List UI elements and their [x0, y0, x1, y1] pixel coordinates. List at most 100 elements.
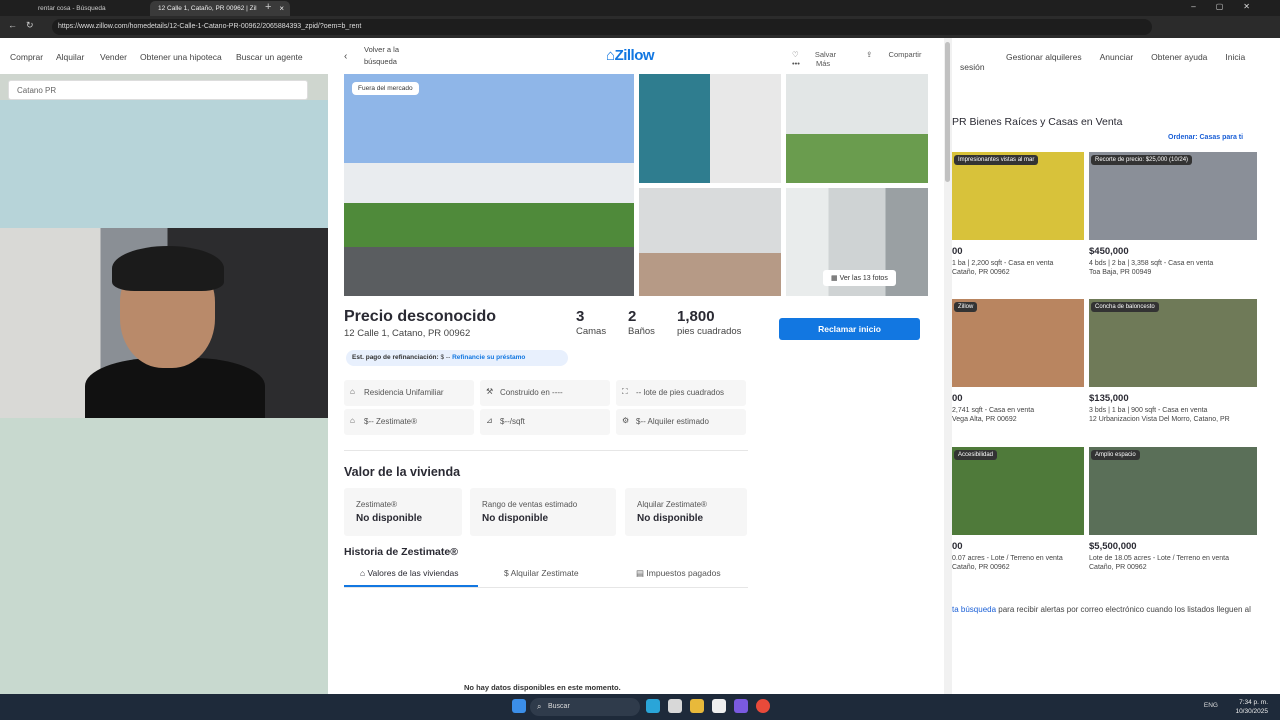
listing-address: 12 Urbanizacion Vista Del Morro, Catano,… [1089, 416, 1230, 423]
home-details-modal: ‹ Volver a la búsqueda ⌂Zillow ♡ Salvar … [328, 38, 952, 694]
nav-link[interactable]: Vender [100, 52, 127, 62]
sort-dropdown[interactable]: Ordenar: Casas para ti [1168, 134, 1243, 141]
listing-card[interactable]: Impresionantes vistas al mar 00 1 ba | 2… [952, 152, 1084, 276]
chevron-left-icon[interactable]: ‹ [344, 51, 347, 63]
back-label: Volver a la búsqueda [364, 45, 400, 66]
fact-year-built: ⚒ Construido en ---- [480, 380, 610, 406]
nav-link[interactable]: Buscar un agente [236, 52, 303, 62]
webcam-overlay [0, 228, 335, 418]
listing-badge: Recorte de precio: $25,000 (10/24) [1091, 155, 1193, 165]
tab-rent-zestimate[interactable]: $ Alquilar Zestimate [504, 568, 579, 578]
folder-icon[interactable] [690, 699, 704, 713]
listing-card[interactable]: Amplio espacio $5,500,000 Lote de 18.05 … [1089, 447, 1257, 571]
fact-rent-estimate: ⚙ $-- Alquiler estimado [616, 409, 746, 435]
listing-address: Vega Alta, PR 00692 [952, 416, 1017, 423]
search-icon: ⌕ [537, 702, 542, 711]
window-controls[interactable]: –▢✕ [1191, 2, 1270, 11]
reload-icon[interactable]: ↻ [26, 20, 34, 31]
listing-details: 2,741 sqft - Casa en venta [952, 407, 1035, 414]
listing-address: Toa Baja, PR 00949 [1089, 269, 1152, 276]
listing-badge: Amplio espacio [1091, 450, 1140, 460]
fact-zestimate: ⌂ $-- Zestimate® [344, 409, 474, 435]
beds-stat: 3 Camas [576, 308, 607, 337]
location-search-input[interactable]: Catano PR [8, 80, 308, 100]
listing-card[interactable]: Accesibilidad 00 0.07 acres - Lote / Ter… [952, 447, 1084, 571]
app-icon[interactable] [712, 699, 726, 713]
address: 12 Calle 1, Catano, PR 00962 [344, 328, 471, 339]
listing-price: $450,000 [1089, 246, 1129, 257]
home-value-heading: Valor de la vivienda [344, 465, 461, 479]
listing-price: 00 [952, 246, 963, 257]
photo-thumb[interactable] [639, 188, 781, 296]
refinance-link[interactable]: Refinancie su préstamo [452, 354, 525, 361]
dollar-icon: $ [504, 568, 511, 578]
language-indicator[interactable]: ENG [1204, 702, 1218, 709]
fact-price-per-sqft: ⊿ $--/sqft [480, 409, 610, 435]
new-tab-icon[interactable]: + [265, 1, 271, 13]
see-all-photos-button[interactable]: ▦ Ver las 13 fotos [823, 270, 896, 286]
browser-tab[interactable]: rentar cosa - Búsqueda× [30, 1, 170, 16]
tab-taxes-paid[interactable]: ▤ Impuestos pagados [636, 568, 721, 579]
modal-scrollbar[interactable] [944, 38, 952, 694]
photo-thumb[interactable] [639, 74, 781, 183]
tab-home-values[interactable]: ⌂ Valores de las viviendas [360, 568, 459, 578]
tab-title: rentar cosa - Búsqueda [38, 5, 106, 12]
listing-price: $5,500,000 [1089, 541, 1137, 552]
listing-details: 1 ba | 2,200 sqft - Casa en venta [952, 260, 1054, 267]
listing-card[interactable]: Recorte de precio: $25,000 (10/24) $450,… [1089, 152, 1257, 276]
url-input[interactable]: https://www.zillow.com/homedetails/12-Ca… [52, 19, 1152, 35]
listing-card[interactable]: Zillow 00 2,741 sqft - Casa en venta Veg… [952, 299, 1084, 423]
save-search-alert: ta búsqueda para recibir alertas por cor… [952, 605, 1251, 614]
home-icon: ⌂ [350, 387, 355, 396]
hammer-icon: ⚒ [486, 387, 494, 396]
zillow-logo[interactable]: ⌂Zillow [606, 47, 655, 64]
app-icon[interactable] [668, 699, 682, 713]
taskbar: ⌕ Buscar ENG 7:34 p. m. 10/30/2025 [0, 694, 1280, 720]
save-search-link[interactable]: ta búsqueda [952, 605, 996, 614]
nav-link[interactable]: Comprar [10, 52, 43, 62]
chrome-icon[interactable] [756, 699, 770, 713]
tab-rule [344, 587, 748, 588]
baths-stat: 2 Baños [628, 308, 655, 337]
listing-details: 3 bds | 1 ba | 900 sqft - Casa en venta [1089, 407, 1208, 414]
windows-start-icon[interactable] [512, 699, 526, 713]
browser-tab-bar: rentar cosa - Búsqueda× 12 Calle 1, Cata… [0, 0, 1280, 16]
listing-address: Cataño, PR 00962 [952, 564, 1010, 571]
nav-link[interactable]: Gestionar alquileres [1006, 52, 1082, 62]
close-tab-icon[interactable]: × [279, 4, 284, 13]
share-button[interactable]: ⇪ Compartir [866, 50, 935, 59]
listing-badge: Concha de baloncesto [1091, 302, 1159, 312]
price: Precio desconocido [344, 308, 497, 325]
photo-thumb[interactable] [786, 74, 928, 183]
listing-price: 00 [952, 541, 963, 552]
listing-badge: Zillow [954, 302, 978, 312]
edge-icon[interactable] [646, 699, 660, 713]
back-icon[interactable]: ← [8, 20, 17, 30]
listing-card[interactable]: Concha de baloncesto $135,000 3 bds | 1 … [1089, 299, 1257, 423]
address-bar-row: ← ↻ https://www.zillow.com/homedetails/1… [0, 16, 1280, 38]
no-data-message: No hay datos disponibles en este momento… [464, 683, 621, 692]
grid-icon: ▦ [831, 275, 840, 282]
taskbar-search[interactable]: ⌕ Buscar [530, 698, 640, 716]
nav-link[interactable]: Anunciar [1100, 52, 1134, 62]
rent-zestimate-box: Alquilar Zestimate® No disponible [625, 488, 747, 536]
sales-range-box: Rango de ventas estimado No disponible [470, 488, 616, 536]
nav-link[interactable]: Obtener una hipoteca [140, 52, 222, 62]
bg-nav: Comprar Alquilar Vender Obtener una hipo… [0, 38, 328, 74]
app-icon[interactable] [734, 699, 748, 713]
nav-link[interactable]: Obtener ayuda [1151, 52, 1207, 62]
clock[interactable]: 7:34 p. m. 10/30/2025 [1235, 698, 1268, 716]
listing-details: 4 bds | 2 ba | 3,358 sqft - Casa en vent… [1089, 260, 1214, 267]
main-photo[interactable] [344, 74, 634, 296]
share-icon: ⇪ [866, 50, 875, 59]
document-icon: ▤ [636, 568, 647, 578]
listing-badge: Impresionantes vistas al mar [954, 155, 1039, 165]
more-button[interactable]: ••• Más [792, 59, 844, 68]
results-title: PR Bienes Raíces y Casas en Venta [952, 116, 1123, 128]
lot-icon: ⛶ [622, 387, 628, 396]
ruler-icon: ⊿ [486, 416, 493, 425]
listing-details: Lote de 18.05 acres - Lote / Terreno en … [1089, 555, 1229, 562]
claim-home-button[interactable]: Reclamar inicio [779, 318, 920, 340]
save-button[interactable]: ♡ Salvar [792, 50, 850, 59]
nav-link[interactable]: Alquilar [56, 52, 84, 62]
